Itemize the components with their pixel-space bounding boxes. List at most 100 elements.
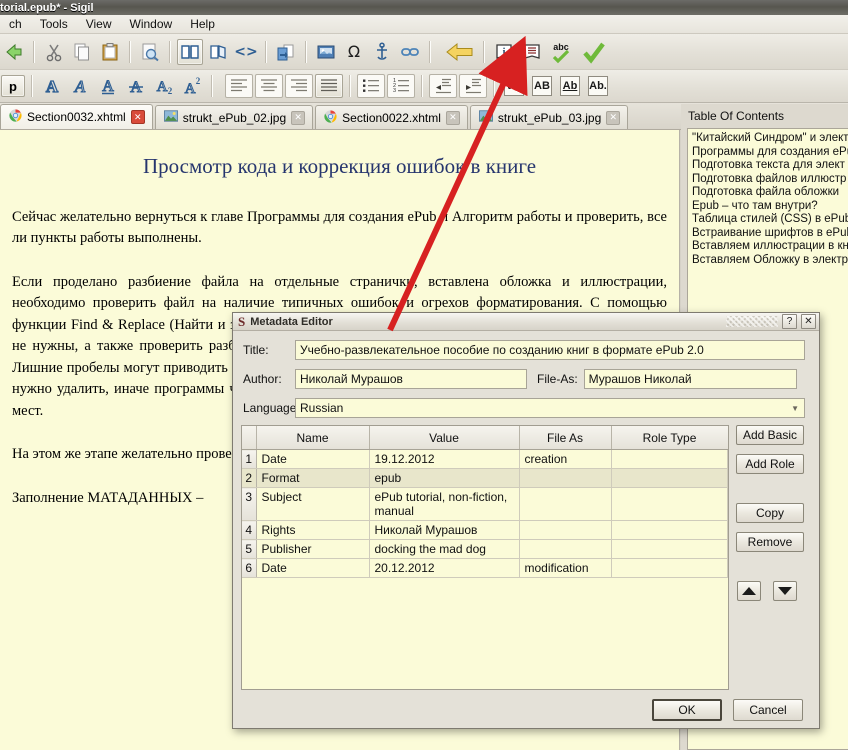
author-input[interactable]: Николай Мурашов <box>295 369 527 389</box>
italic-icon[interactable]: A <box>67 73 93 99</box>
lowercase-button[interactable]: ab <box>501 73 527 99</box>
close-icon[interactable]: ✕ <box>291 111 305 125</box>
language-select[interactable]: Russian <box>295 398 805 418</box>
cell-file-as[interactable] <box>519 540 611 559</box>
toc-item[interactable]: Встраивание шрифтов в ePub <box>692 227 848 241</box>
table-row[interactable]: 4 Rights Николай Мурашов <box>242 521 728 540</box>
cell-value[interactable]: 19.12.2012 <box>369 450 519 469</box>
generate-toc-icon[interactable] <box>519 39 545 65</box>
insert-image-icon[interactable] <box>313 39 339 65</box>
move-down-button[interactable] <box>773 581 797 601</box>
column-header-role-type[interactable]: Role Type <box>611 426 728 450</box>
menu-item-window[interactable]: Window <box>121 15 182 33</box>
increase-indent-icon[interactable] <box>459 74 487 98</box>
table-row[interactable]: 6 Date 20.12.2012 modification <box>242 559 728 578</box>
ok-button[interactable]: OK <box>652 699 722 721</box>
add-basic-button[interactable]: Add Basic <box>736 425 804 445</box>
copy-button[interactable]: Copy <box>736 503 804 523</box>
book-view-icon[interactable] <box>177 39 203 65</box>
paragraph-style-button[interactable]: p <box>1 75 25 97</box>
bold-icon[interactable]: A <box>39 73 65 99</box>
back-icon[interactable] <box>443 39 477 65</box>
uppercase-button[interactable]: AB <box>529 73 555 99</box>
cell-name[interactable]: Publisher <box>256 540 369 559</box>
cell-file-as[interactable]: creation <box>519 450 611 469</box>
column-header-value[interactable]: Value <box>369 426 519 450</box>
validate-icon[interactable] <box>579 39 609 65</box>
fileas-input[interactable]: Мурашов Николай <box>584 369 797 389</box>
cell-value[interactable]: Николай Мурашов <box>369 521 519 540</box>
metadata-editor-icon[interactable]: i <box>491 39 517 65</box>
title-input[interactable]: Учебно-развлекательное пособие по создан… <box>295 340 805 360</box>
cell-role-type[interactable] <box>611 469 728 488</box>
cell-role-type[interactable] <box>611 540 728 559</box>
menu-item-search[interactable]: ch <box>0 15 31 33</box>
split-at-cursor-icon[interactable] <box>273 39 299 65</box>
menu-item-view[interactable]: View <box>77 15 121 33</box>
add-role-button[interactable]: Add Role <box>736 454 804 474</box>
align-left-icon[interactable] <box>225 74 253 98</box>
cell-role-type[interactable] <box>611 521 728 540</box>
bullet-list-icon[interactable] <box>357 74 385 98</box>
cell-file-as[interactable] <box>519 488 611 521</box>
cell-value[interactable]: 20.12.2012 <box>369 559 519 578</box>
cell-file-as[interactable] <box>519 469 611 488</box>
cell-role-type[interactable] <box>611 559 728 578</box>
move-up-button[interactable] <box>737 581 761 601</box>
table-row[interactable]: 3 Subject ePub tutorial, non-fiction, ma… <box>242 488 728 521</box>
cell-file-as[interactable]: modification <box>519 559 611 578</box>
cell-role-type[interactable] <box>611 488 728 521</box>
toc-item[interactable]: Подготовка файлов иллюстр <box>692 173 848 187</box>
split-view-icon[interactable] <box>205 39 231 65</box>
underline-icon[interactable]: A <box>95 73 121 99</box>
sentencecase-button[interactable]: Ab. <box>585 73 611 99</box>
numbered-list-icon[interactable]: 123 <box>387 74 415 98</box>
toc-item[interactable]: Подготовка текста для элект <box>692 159 848 173</box>
cell-name[interactable]: Date <box>256 559 369 578</box>
cell-file-as[interactable] <box>519 521 611 540</box>
cell-name[interactable]: Subject <box>256 488 369 521</box>
paste-icon[interactable] <box>97 39 123 65</box>
decrease-indent-icon[interactable] <box>429 74 457 98</box>
help-icon[interactable]: ? <box>782 314 797 329</box>
tab-strukt-epub-03[interactable]: strukt_ePub_03.jpg ✕ <box>470 105 628 129</box>
close-icon[interactable]: ✕ <box>606 111 620 125</box>
column-header-file-as[interactable]: File As <box>519 426 611 450</box>
tab-section0032[interactable]: Section0032.xhtml ✕ <box>0 104 153 129</box>
align-right-icon[interactable] <box>285 74 313 98</box>
table-row[interactable]: 2 Format epub <box>242 469 728 488</box>
insert-special-character-icon[interactable]: Ω <box>341 39 367 65</box>
align-center-icon[interactable] <box>255 74 283 98</box>
toc-item[interactable]: Таблица стилей (CSS) в ePub <box>692 213 848 227</box>
cancel-button[interactable]: Cancel <box>733 699 803 721</box>
cell-name[interactable]: Format <box>256 469 369 488</box>
superscript-icon[interactable]: A2 <box>179 73 205 99</box>
cell-name[interactable]: Date <box>256 450 369 469</box>
cell-value[interactable]: ePub tutorial, non-fiction, manual <box>369 488 519 521</box>
menu-item-help[interactable]: Help <box>181 15 224 33</box>
redo-icon[interactable] <box>1 39 27 65</box>
toc-item[interactable]: Программы для создания ePu <box>692 146 848 160</box>
menu-item-tools[interactable]: Tools <box>31 15 77 33</box>
strikethrough-icon[interactable]: A <box>123 73 149 99</box>
cell-value[interactable]: docking the mad dog <box>369 540 519 559</box>
close-icon[interactable]: ✕ <box>446 111 460 125</box>
titlecase-button[interactable]: Ab <box>557 73 583 99</box>
cell-value[interactable]: epub <box>369 469 519 488</box>
toc-item[interactable]: Вставляем Обложку в электр <box>692 254 848 268</box>
toc-item[interactable]: "Китайский Синдром" и элект <box>692 132 848 146</box>
code-view-icon[interactable]: <> <box>233 39 259 65</box>
remove-button[interactable]: Remove <box>736 532 804 552</box>
cell-name[interactable]: Rights <box>256 521 369 540</box>
column-header-index[interactable] <box>242 426 256 450</box>
close-icon[interactable]: ✕ <box>801 314 816 329</box>
insert-link-icon[interactable] <box>397 39 423 65</box>
subscript-icon[interactable]: A2 <box>151 73 177 99</box>
toc-item[interactable]: Подготовка файла обложки <box>692 186 848 200</box>
toc-item[interactable]: Вставляем иллюстрации в кни <box>692 240 848 254</box>
column-header-name[interactable]: Name <box>256 426 369 450</box>
table-row[interactable]: 1 Date 19.12.2012 creation <box>242 450 728 469</box>
close-icon[interactable]: ✕ <box>131 110 145 124</box>
tab-section0022[interactable]: Section0022.xhtml ✕ <box>315 105 468 129</box>
insert-id-icon[interactable] <box>369 39 395 65</box>
